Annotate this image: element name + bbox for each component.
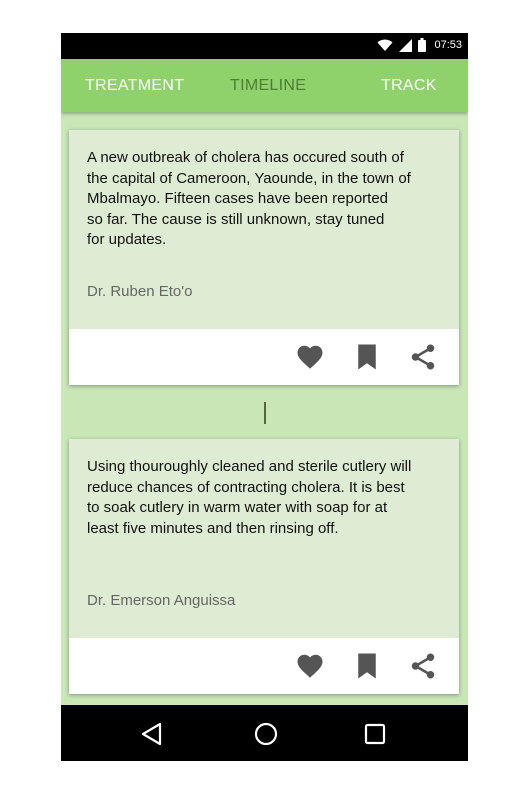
feed[interactable]: A new outbreak of cholera has occured so…: [61, 112, 468, 705]
bookmark-icon[interactable]: [352, 651, 382, 681]
tab-timeline[interactable]: TIMELINE: [230, 59, 306, 112]
status-time: 07:53: [434, 39, 462, 51]
heart-icon[interactable]: [295, 342, 325, 372]
post-card: A new outbreak of cholera has occured so…: [69, 130, 459, 385]
home-icon[interactable]: [253, 721, 279, 747]
battery-icon: [418, 38, 427, 52]
post-card: Using thouroughly cleaned and sterile cu…: [69, 439, 459, 694]
post-author: Dr. Emerson Anguissa: [87, 592, 236, 609]
back-icon[interactable]: [139, 721, 165, 747]
bookmark-icon[interactable]: [352, 342, 382, 372]
post-author: Dr. Ruben Eto'o: [87, 283, 193, 300]
phone-screen: 07:53 TREATMENT TIMELINE TRACK A new out…: [61, 33, 468, 761]
tab-track[interactable]: TRACK: [381, 59, 437, 112]
share-icon[interactable]: [408, 651, 438, 681]
share-icon[interactable]: [408, 342, 438, 372]
tab-treatment[interactable]: TREATMENT: [85, 59, 184, 112]
post-actions: [69, 638, 459, 694]
status-bar: 07:53: [61, 33, 468, 59]
heart-icon[interactable]: [295, 651, 325, 681]
recents-icon[interactable]: [362, 721, 388, 747]
signal-icon: [399, 38, 413, 52]
navigation-bar: [61, 705, 468, 761]
tab-bar: TREATMENT TIMELINE TRACK: [61, 59, 468, 112]
post-text: A new outbreak of cholera has occured so…: [87, 149, 411, 248]
wifi-icon: [377, 39, 393, 52]
post-text: Using thouroughly cleaned and sterile cu…: [87, 458, 412, 537]
post-actions: [69, 329, 459, 385]
timeline-connector: [264, 402, 266, 424]
